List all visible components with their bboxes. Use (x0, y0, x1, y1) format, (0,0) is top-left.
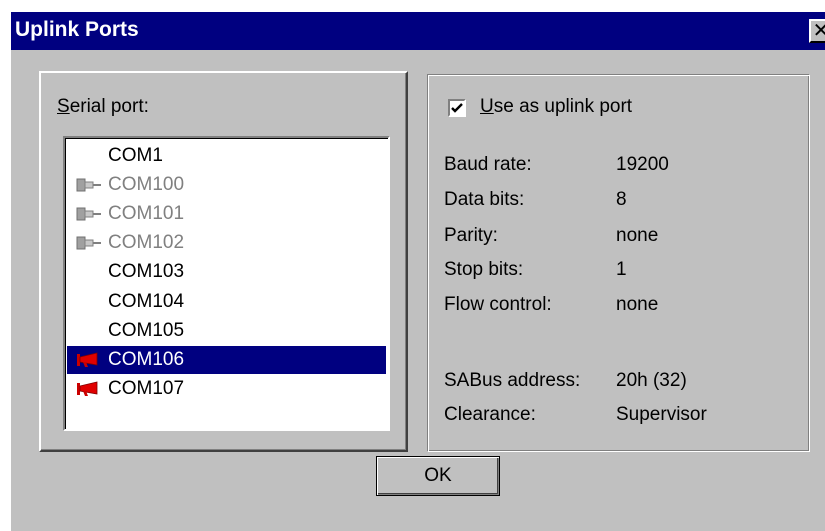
list-item-label: COM104 (108, 291, 185, 312)
use-as-uplink-label-rest: se as uplink port (493, 96, 633, 117)
list-item-com102[interactable]: COM102 (67, 229, 386, 257)
list-item-com107[interactable]: COM107 (67, 375, 386, 403)
list-item-label: COM107 (108, 378, 185, 399)
stop-bits-value: 1 (616, 259, 627, 280)
list-item-com1[interactable]: COM1 (67, 142, 386, 170)
list-item-com105[interactable]: COM105 (67, 317, 386, 345)
clearance-value: Supervisor (616, 404, 707, 425)
list-item-label: COM1 (108, 145, 163, 166)
flow-control-value: none (616, 294, 659, 315)
list-item-label: COM103 (108, 261, 185, 282)
list-item-com103[interactable]: COM103 (67, 258, 386, 286)
uplink-ports-dialog: Uplink Ports ✕ Serial port: COM1 COM100 … (10, 12, 825, 531)
use-as-uplink-mnemonic: U (480, 96, 494, 117)
list-item-label: COM100 (108, 174, 185, 195)
sabus-address-label: SABus address: (444, 370, 581, 391)
serial-port-list[interactable]: COM1 COM100 COM101 COM102 COM103 COM104 … (63, 136, 390, 431)
use-as-uplink-label[interactable]: Use as uplink port (480, 96, 632, 118)
data-bits-label: Data bits: (444, 189, 525, 210)
ok-button[interactable]: OK (376, 456, 500, 496)
title-bar[interactable]: Uplink Ports ✕ (11, 12, 825, 50)
list-item-com101[interactable]: COM101 (67, 200, 386, 228)
parity-label: Parity: (444, 225, 498, 246)
plug-icon (76, 236, 101, 250)
list-item-com106[interactable]: COM106 (67, 346, 386, 374)
close-button[interactable]: ✕ (809, 19, 825, 43)
list-item-com104[interactable]: COM104 (67, 288, 386, 316)
list-item-label: COM102 (108, 232, 185, 253)
data-bits-value: 8 (616, 189, 627, 210)
list-item-label: COM105 (108, 320, 185, 341)
megaphone-icon (77, 381, 98, 396)
serial-port-label-rest: erial port: (69, 96, 149, 117)
baud-rate-value: 19200 (616, 154, 669, 175)
plug-icon (76, 178, 101, 192)
clearance-label: Clearance: (444, 404, 536, 425)
window-title: Uplink Ports (15, 18, 139, 41)
parity-value: none (616, 225, 659, 246)
serial-port-label-mnemonic: S (57, 96, 70, 117)
list-item-label: COM106 (108, 349, 185, 370)
stop-bits-label: Stop bits: (444, 259, 524, 280)
baud-rate-label: Baud rate: (444, 154, 532, 175)
list-item-label: COM101 (108, 203, 185, 224)
checkmark-icon (451, 103, 463, 113)
uplink-settings-panel: Use as uplink port Baud rate: 19200 Data… (427, 74, 810, 452)
flow-control-label: Flow control: (444, 294, 552, 315)
serial-port-panel: Serial port: COM1 COM100 COM101 COM102 C… (39, 71, 408, 452)
list-item-com100[interactable]: COM100 (67, 171, 386, 199)
use-as-uplink-checkbox[interactable] (448, 99, 466, 117)
plug-icon (76, 207, 101, 221)
megaphone-icon (77, 352, 98, 367)
sabus-address-value: 20h (32) (616, 370, 687, 391)
serial-port-label: Serial port: (57, 96, 149, 118)
